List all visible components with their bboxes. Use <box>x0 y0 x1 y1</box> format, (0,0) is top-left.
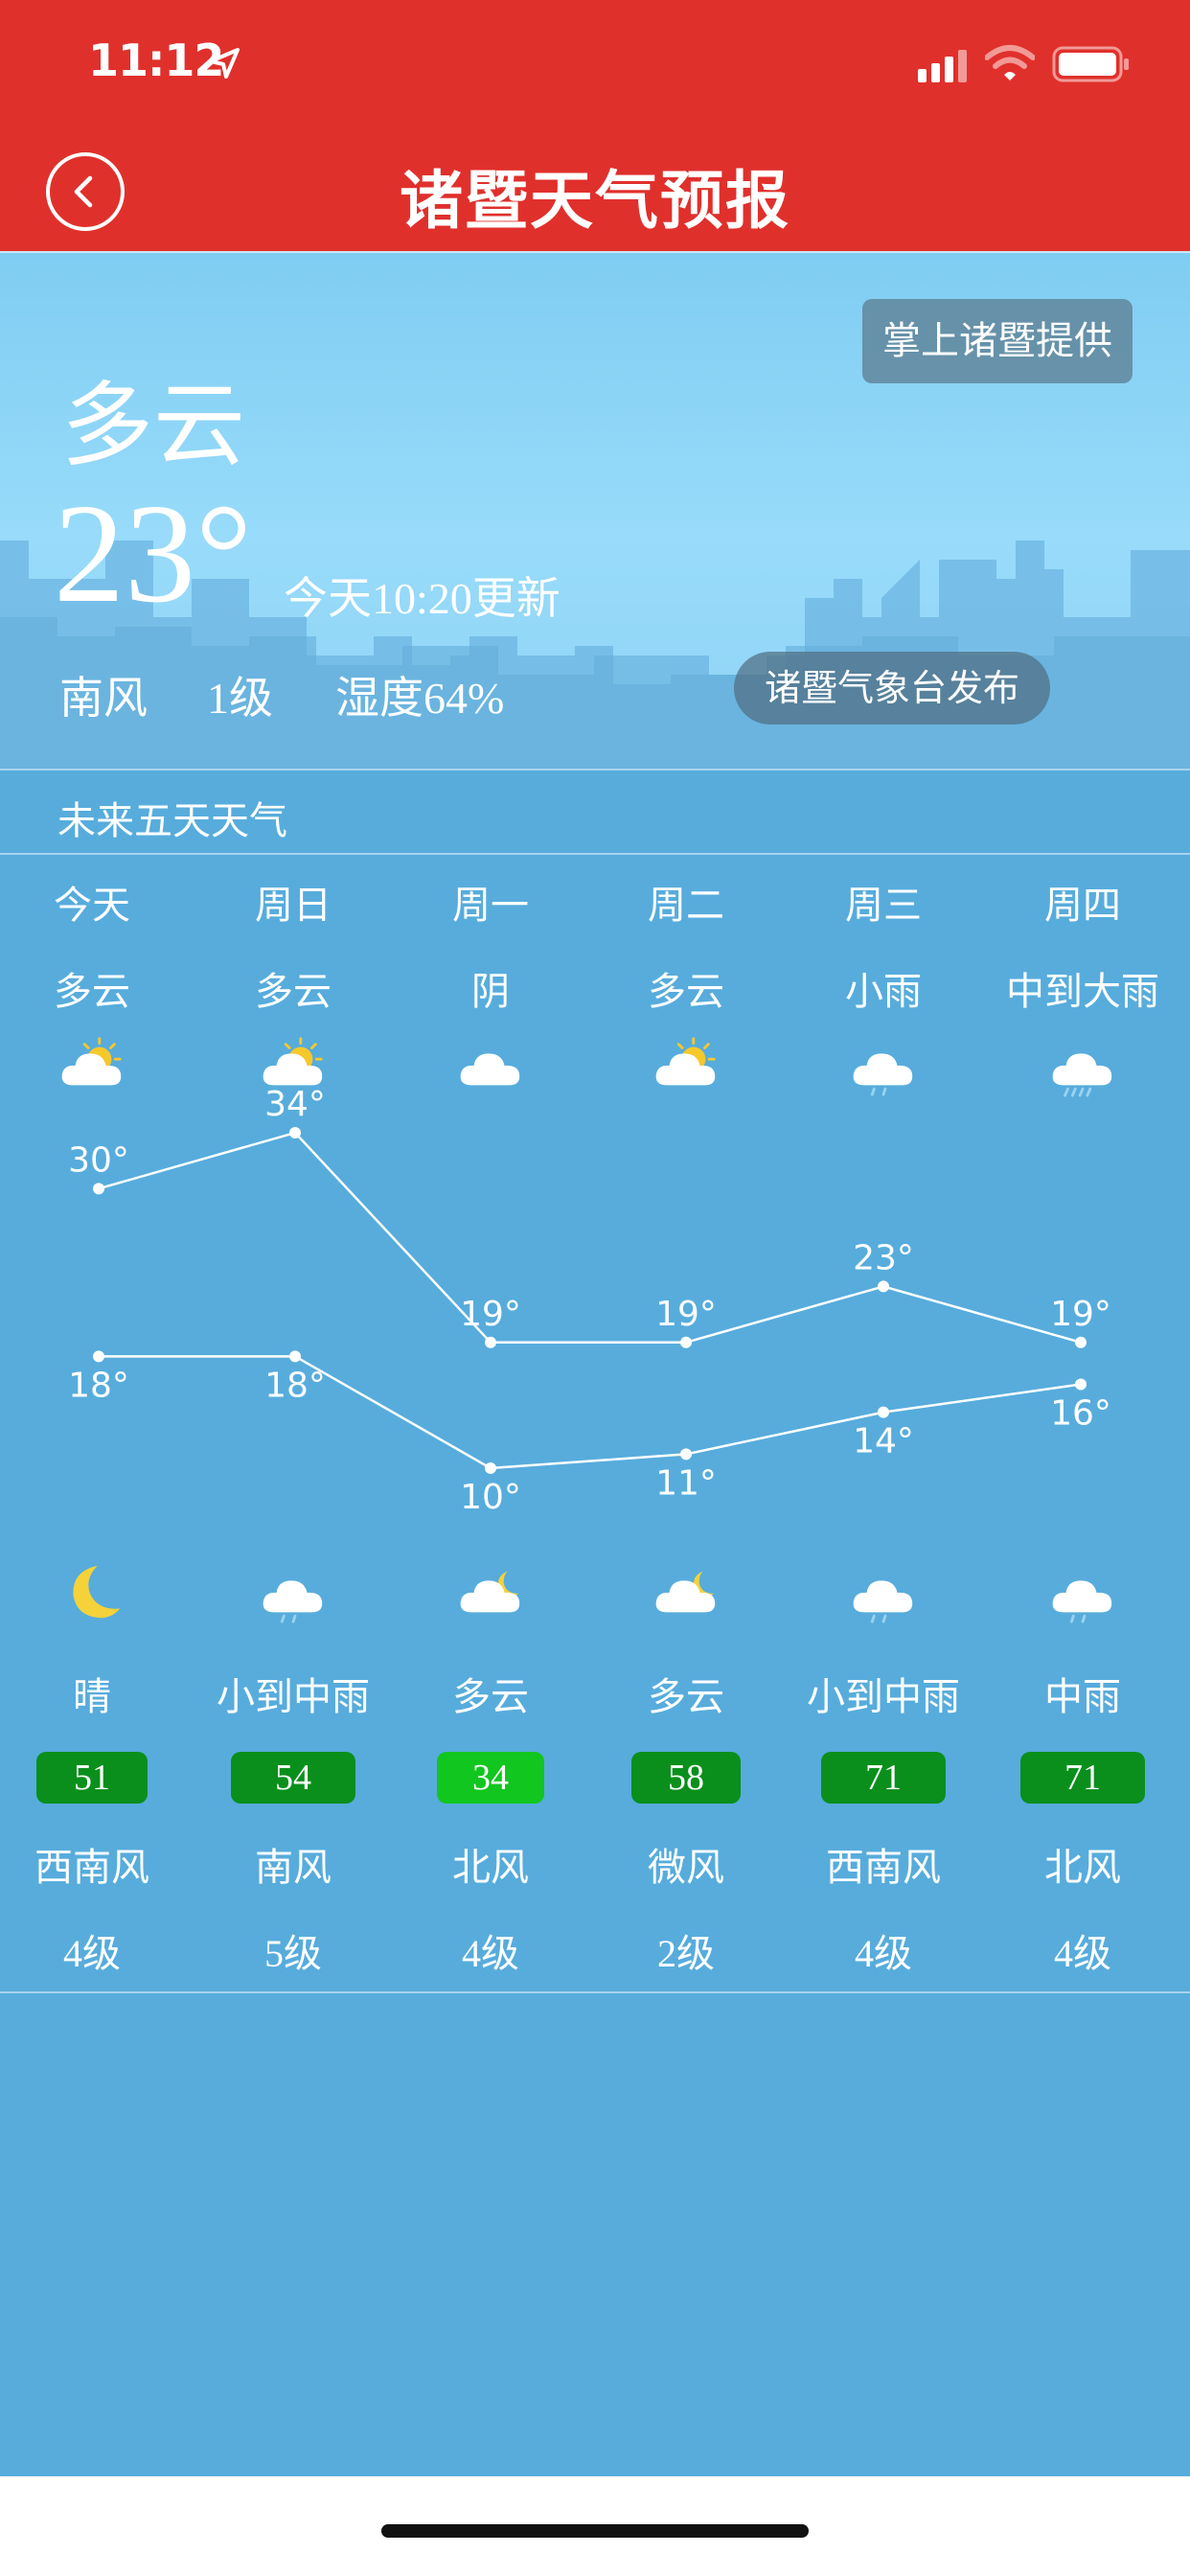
aqi-badge: 71 <box>1020 1752 1145 1804</box>
low-temp-label: 18° <box>264 1366 326 1405</box>
forecast-wind-direction: 西南风 <box>34 1846 149 1890</box>
forecast-day-condition: 多云 <box>648 970 724 1014</box>
wifi-icon <box>985 45 1035 80</box>
forecast-day-name: 周四 <box>1044 884 1121 928</box>
low-temp-label: 10° <box>460 1478 521 1517</box>
forecast-day-condition: 多云 <box>255 970 332 1014</box>
low-temp-label: 14° <box>853 1422 914 1461</box>
current-weather-panel: 掌上诸暨提供 多云 23° 今天10:20更新 南风 1级 湿度64% 诸暨气象… <box>0 251 1190 769</box>
battery-icon <box>1052 46 1129 82</box>
cloud-heavy-rain-icon <box>1044 1031 1121 1098</box>
location-arrow-icon <box>209 48 240 79</box>
home-indicator[interactable] <box>381 2524 809 2538</box>
forecast-day-condition: 多云 <box>54 970 130 1014</box>
publisher-badge: 诸暨气象台发布 <box>734 652 1050 724</box>
forecast-night-condition: 小到中雨 <box>807 1675 960 1719</box>
forecast-wind-level: 4级 <box>855 1932 912 1975</box>
high-temp-label: 23° <box>853 1238 914 1277</box>
cloud-icon <box>452 1031 529 1098</box>
high-temp-point <box>93 1183 104 1195</box>
high-temp-label: 19° <box>1050 1295 1111 1334</box>
aqi-badge: 54 <box>231 1752 355 1804</box>
low-temp-label: 16° <box>1050 1394 1111 1434</box>
forecast-wind-level: 2级 <box>657 1932 715 1975</box>
aqi-badge: 58 <box>631 1752 741 1804</box>
forecast-wind-direction: 西南风 <box>826 1846 941 1890</box>
cloud-rain-icon <box>845 1031 922 1098</box>
high-temp-point <box>485 1336 496 1348</box>
forecast-wind-direction: 北风 <box>1044 1846 1121 1890</box>
partly-cloudy-sun-icon <box>255 1031 332 1098</box>
current-wind-level: 1级 <box>207 674 273 723</box>
forecast-wind-direction: 南风 <box>255 1846 332 1890</box>
low-temp-point <box>680 1448 692 1460</box>
forecast-night-condition: 中雨 <box>1044 1675 1121 1719</box>
high-temp-point <box>289 1127 301 1138</box>
forecast-divider <box>0 1991 1190 1993</box>
low-temp-point <box>878 1406 889 1418</box>
aqi-badge: 51 <box>36 1752 148 1804</box>
cloudy-night-icon <box>648 1558 724 1625</box>
cellular-signal-icon <box>918 50 967 82</box>
forecast-day-condition: 阴 <box>471 970 510 1014</box>
forecast-night-condition: 多云 <box>648 1675 724 1719</box>
high-temp-point <box>1075 1336 1087 1348</box>
forecast-day-name: 今天 <box>54 884 130 928</box>
crescent-moon-icon <box>54 1558 130 1625</box>
low-temp-label: 18° <box>68 1366 129 1405</box>
aqi-badge: 34 <box>437 1752 544 1804</box>
forecast-panel: 未来五天天气 30° 34° 19° 19° 23° 19° 18° 18° 10° 11° 14°… <box>0 769 1190 2476</box>
current-wind-direction: 南风 <box>59 674 148 723</box>
forecast-day-name: 周三 <box>845 884 922 928</box>
current-humidity: 湿度64% <box>335 674 505 723</box>
cloudy-night-icon <box>452 1558 529 1625</box>
low-temp-point <box>485 1462 496 1474</box>
provider-badge: 掌上诸暨提供 <box>862 299 1133 383</box>
forecast-wind-direction: 微风 <box>648 1846 724 1890</box>
nav-bar: 诸暨天气预报 <box>0 126 1190 251</box>
high-temp-point <box>680 1336 692 1348</box>
forecast-day-condition: 小雨 <box>845 970 922 1014</box>
status-time: 11:12 <box>88 34 224 86</box>
home-area <box>0 2476 1190 2576</box>
forecast-night-condition: 多云 <box>452 1675 529 1719</box>
forecast-night-condition: 晴 <box>73 1675 111 1719</box>
current-condition: 多云 <box>61 372 245 479</box>
low-temp-point <box>289 1350 301 1363</box>
forecast-day-name: 周日 <box>255 884 332 928</box>
update-time: 今天10:20更新 <box>284 574 561 623</box>
low-temp-point <box>1075 1378 1087 1391</box>
status-bar: 11:12 <box>0 0 1190 126</box>
high-temp-label: 19° <box>655 1295 717 1334</box>
current-temperature: 23° <box>54 475 253 632</box>
low-temp-point <box>93 1350 104 1363</box>
forecast-wind-level: 4级 <box>1054 1932 1111 1975</box>
high-temp-label: 30° <box>68 1140 129 1180</box>
forecast-wind-level: 5级 <box>264 1932 322 1975</box>
forecast-wind-level: 4级 <box>63 1932 121 1975</box>
high-temp-label: 19° <box>460 1295 521 1334</box>
forecast-day-name: 周二 <box>648 884 724 928</box>
temperature-chart: 30°34°19° 19°23°19°18° 18°10° 11°14°16° <box>68 1085 1111 1517</box>
cloud-rain-icon <box>255 1558 332 1625</box>
forecast-wind-level: 4级 <box>462 1932 519 1975</box>
page-title: 诸暨天气预报 <box>400 164 790 238</box>
forecast-day-condition: 中到大雨 <box>1006 970 1159 1014</box>
cloud-rain-icon <box>1044 1558 1121 1625</box>
forecast-title: 未来五天天气 <box>57 799 287 843</box>
partly-cloudy-sun-icon <box>54 1031 130 1098</box>
forecast-header: 未来五天天气 <box>0 769 1190 855</box>
cloud-rain-icon <box>845 1558 922 1625</box>
forecast-night-condition: 小到中雨 <box>217 1675 370 1719</box>
low-temp-label: 11° <box>655 1463 717 1503</box>
forecast-wind-direction: 北风 <box>452 1846 529 1890</box>
partly-cloudy-sun-icon <box>648 1031 724 1098</box>
low-temp-line <box>99 1355 1082 1470</box>
forecast-day-name: 周一 <box>452 884 529 928</box>
high-temp-line <box>98 1131 1082 1344</box>
high-temp-point <box>878 1280 889 1293</box>
aqi-badge: 71 <box>821 1752 946 1804</box>
